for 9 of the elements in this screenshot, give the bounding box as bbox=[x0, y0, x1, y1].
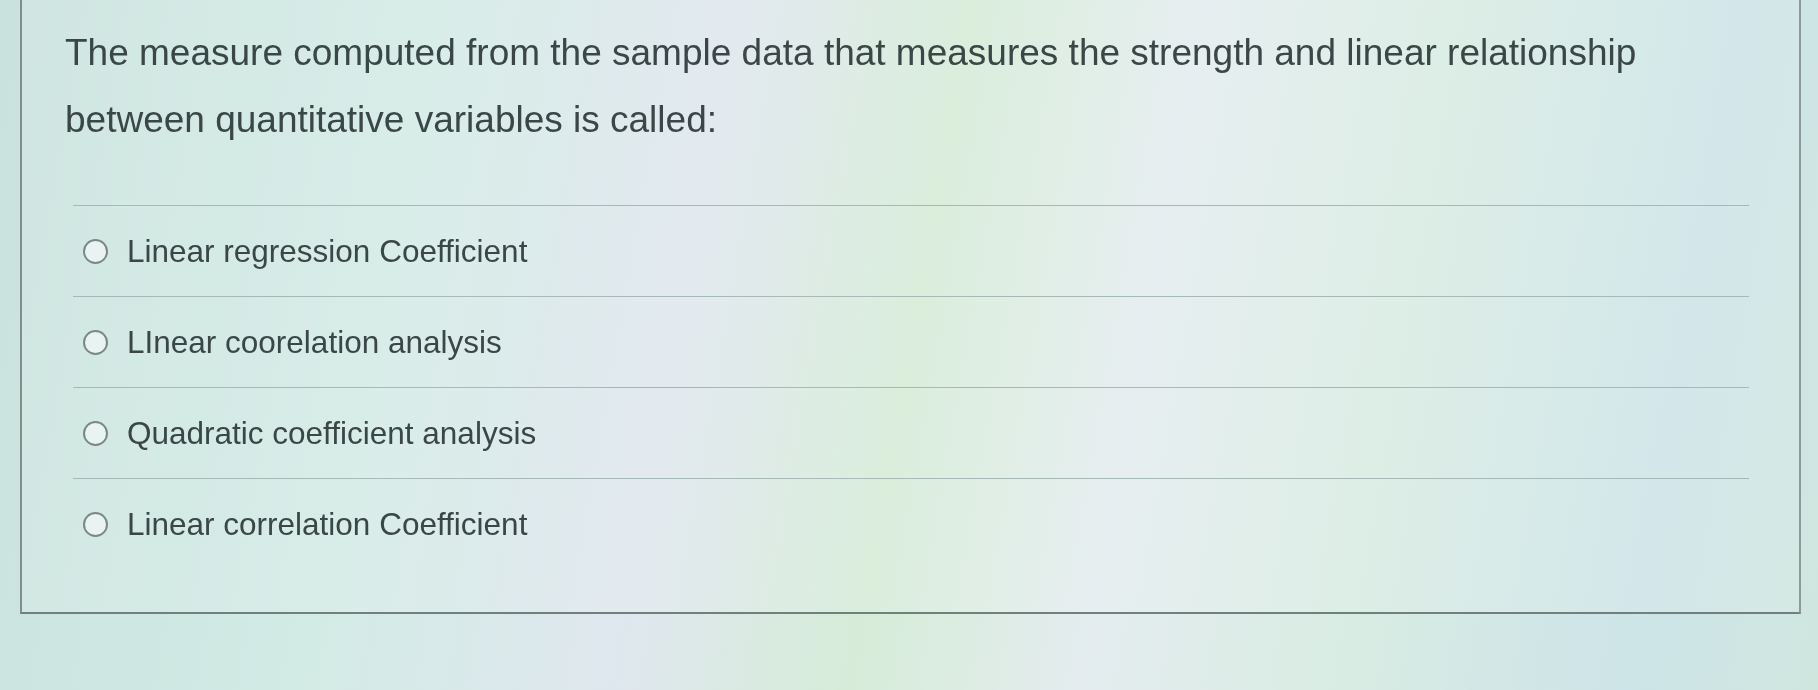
option-label[interactable]: Linear regression Coefficient bbox=[127, 232, 528, 270]
option-label[interactable]: Quadratic coefficient analysis bbox=[127, 414, 537, 452]
question-text: The measure computed from the sample data that measures the strength and linear relationship between quantitative variables is called: bbox=[65, 31, 1638, 142]
radio-button[interactable] bbox=[83, 238, 108, 264]
radio-button[interactable] bbox=[83, 420, 108, 446]
radio-button[interactable] bbox=[83, 511, 108, 537]
option-label[interactable]: Linear correlation Coefficient bbox=[127, 505, 528, 543]
radio-button[interactable] bbox=[83, 329, 108, 355]
option-label[interactable]: LInear coorelation analysis bbox=[127, 323, 502, 361]
